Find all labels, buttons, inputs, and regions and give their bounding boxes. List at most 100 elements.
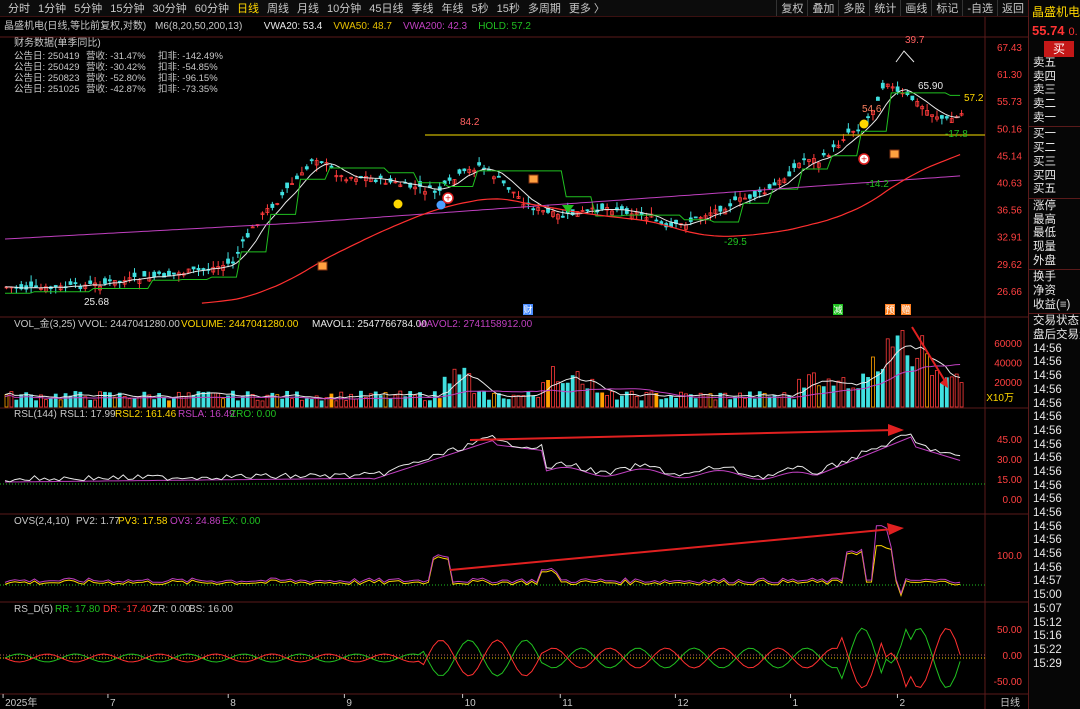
main-legend-item: VWA200: 42.3 bbox=[403, 21, 468, 32]
tool-0[interactable]: 复权 bbox=[776, 0, 807, 16]
volume-bar bbox=[487, 399, 491, 408]
top-label: 39.7 bbox=[905, 35, 925, 46]
candle-body bbox=[103, 278, 107, 284]
rsd-axis-label: 0.00 bbox=[1003, 651, 1023, 662]
finance-revenue: 营收: -52.80% bbox=[86, 72, 146, 84]
sidebar-row: 卖一 bbox=[1033, 111, 1056, 124]
rsd-axis-label: 50.00 bbox=[997, 625, 1022, 636]
sidebar-row: 14:56 bbox=[1033, 507, 1062, 519]
period-7[interactable]: 周线 bbox=[263, 0, 293, 16]
tool-1[interactable]: 叠加 bbox=[807, 0, 838, 16]
tool-3[interactable]: 统计 bbox=[869, 0, 900, 16]
buy-button[interactable]: 买 bbox=[1044, 41, 1074, 57]
sidebar-row: 最高 bbox=[1033, 213, 1056, 226]
volume-bar bbox=[639, 400, 644, 408]
period-8[interactable]: 月线 bbox=[293, 0, 323, 16]
candle-body bbox=[821, 152, 826, 156]
volume-bar bbox=[713, 399, 718, 408]
period-12[interactable]: 年线 bbox=[438, 0, 468, 16]
volume-bar bbox=[930, 375, 934, 408]
event-marker-label: 预 bbox=[885, 305, 894, 315]
volume-bar bbox=[34, 400, 38, 408]
period-0[interactable]: 分时 bbox=[4, 0, 34, 16]
low-label: -14.2 bbox=[866, 179, 889, 190]
tool-2[interactable]: 多股 bbox=[838, 0, 869, 16]
hold-line bbox=[5, 92, 961, 294]
rsd-name: RS_D(5) bbox=[14, 604, 53, 615]
candle-body bbox=[270, 203, 275, 208]
ovs-arrow bbox=[449, 528, 894, 571]
sidebar-row: 买四 bbox=[1033, 169, 1056, 182]
period-11[interactable]: 季线 bbox=[408, 0, 438, 16]
period-16[interactable]: 更多 〉 bbox=[565, 0, 609, 16]
volume-bar bbox=[260, 400, 265, 408]
arrow-head-icon bbox=[887, 523, 904, 535]
period-15[interactable]: 多周期 bbox=[524, 0, 565, 16]
volume-bar bbox=[53, 393, 58, 408]
volume-bar bbox=[871, 356, 875, 408]
ma200-line bbox=[4, 175, 961, 240]
period-14[interactable]: 15秒 bbox=[493, 0, 524, 16]
volume-bar bbox=[339, 391, 344, 408]
period-2[interactable]: 5分钟 bbox=[70, 0, 106, 16]
rsl-name: RSL(144) bbox=[14, 409, 57, 420]
price-axis-label: 36.56 bbox=[997, 206, 1022, 217]
volume-bar bbox=[605, 394, 610, 408]
chart-canvas[interactable]: 晶盛机电(日线,等比前复权,对数) M6(8,20,50,200,13) VWA20… bbox=[0, 17, 1028, 709]
rsl-1-line bbox=[4, 433, 961, 483]
volume-bar bbox=[939, 382, 944, 408]
volume-bar bbox=[536, 396, 541, 408]
candle-body bbox=[910, 95, 915, 101]
candle-body bbox=[747, 194, 752, 199]
tool-6[interactable]: -自选 bbox=[962, 0, 997, 16]
finance-date: 公告日: 250429 bbox=[14, 61, 79, 73]
rsd-bs: BS: 16.00 bbox=[189, 604, 233, 615]
ovs-pv3: PV3: 17.58 bbox=[118, 516, 168, 527]
event-marker-label: 减 bbox=[833, 304, 842, 315]
volume-bar bbox=[393, 394, 398, 408]
volume-bar bbox=[767, 396, 772, 408]
volume-bar bbox=[142, 391, 147, 408]
volume-bar bbox=[836, 380, 841, 408]
quote-sidebar: 晶盛机电 55.74 0. 买 卖五 卖四 卖三 卖二 卖一 买一 买二 买三 买四 买五 涨停 最高最… bbox=[1028, 0, 1080, 709]
tool-5[interactable]: 标记 bbox=[931, 0, 962, 16]
candle-body bbox=[88, 280, 93, 284]
ovs-pv3-line bbox=[4, 545, 961, 598]
tool-4[interactable]: 画线 bbox=[900, 0, 931, 16]
volume-bar bbox=[821, 386, 826, 408]
volume-bar bbox=[206, 391, 211, 408]
period-3[interactable]: 15分钟 bbox=[106, 0, 148, 16]
volume-bar bbox=[432, 391, 437, 408]
volume-bar bbox=[132, 398, 137, 408]
volume-bar bbox=[309, 399, 314, 408]
period-4[interactable]: 30分钟 bbox=[149, 0, 191, 16]
volume-bar bbox=[615, 399, 619, 408]
volume-bar bbox=[595, 392, 600, 408]
period-1[interactable]: 1分钟 bbox=[34, 0, 70, 16]
finance-date: 公告日: 251025 bbox=[14, 83, 79, 95]
sidebar-row: 14:56 bbox=[1033, 424, 1062, 437]
vol-axis-label: 20000 bbox=[994, 378, 1022, 389]
volume-bar bbox=[437, 398, 442, 408]
volume-bar bbox=[949, 376, 954, 408]
period-10[interactable]: 45日线 bbox=[365, 0, 407, 16]
date-axis-label: 10 bbox=[465, 698, 477, 709]
candle-body bbox=[231, 261, 235, 264]
sidebar-row: 卖二 bbox=[1033, 98, 1056, 111]
price-axis-label: 50.16 bbox=[997, 124, 1022, 135]
volume-bar bbox=[191, 394, 196, 408]
volume-bar bbox=[610, 390, 614, 408]
tool-7[interactable]: 返回 bbox=[997, 0, 1028, 16]
candle-body bbox=[373, 179, 378, 182]
volume-bar bbox=[491, 393, 496, 408]
candle-body bbox=[501, 180, 506, 184]
stock-name[interactable]: 晶盛机电 bbox=[1029, 0, 1080, 20]
period-6[interactable]: 日线 bbox=[233, 0, 263, 16]
period-9[interactable]: 10分钟 bbox=[323, 0, 365, 16]
date-axis-label: 1 bbox=[793, 698, 799, 709]
sidebar-row: 买二 bbox=[1033, 142, 1056, 155]
candle-body bbox=[457, 169, 462, 174]
period-13[interactable]: 5秒 bbox=[468, 0, 493, 16]
ovs-pv2: PV2: 1.77 bbox=[76, 516, 120, 527]
period-5[interactable]: 60分钟 bbox=[191, 0, 233, 16]
